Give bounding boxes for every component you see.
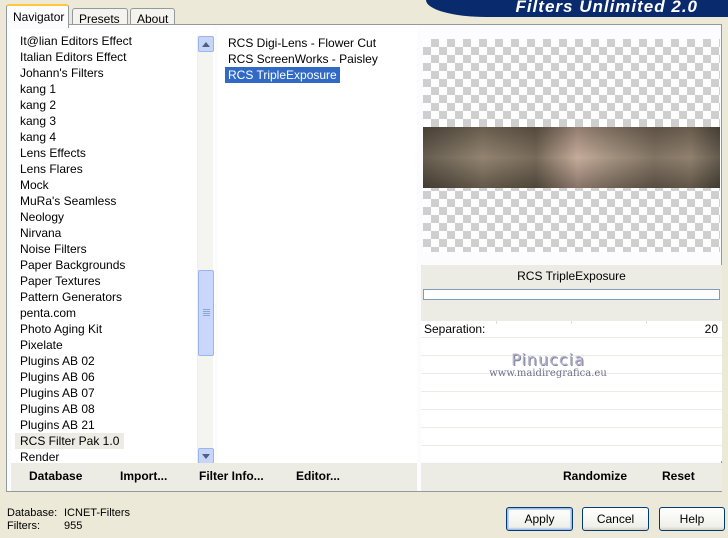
preview-image xyxy=(423,127,720,188)
filter-item[interactable]: RCS Digi-Lens - Flower Cut xyxy=(225,35,379,51)
category-item[interactable]: Plugins AB 08 xyxy=(15,401,100,417)
category-item[interactable]: Paper Backgrounds xyxy=(15,257,130,273)
editor-button[interactable]: Editor... xyxy=(296,469,340,483)
navigator-panel: It@lian Editors Effect Italian Editors E… xyxy=(6,24,722,492)
category-item[interactable]: Nirvana xyxy=(15,225,66,241)
slider-tick xyxy=(571,321,572,324)
category-item[interactable]: Mock xyxy=(15,177,54,193)
database-button[interactable]: Database xyxy=(29,469,82,483)
apply-button[interactable]: Apply xyxy=(506,507,573,531)
filter-name-area: RCS TripleExposure xyxy=(421,265,722,321)
category-item[interactable]: Noise Filters xyxy=(15,241,92,257)
slider-tick xyxy=(646,321,647,324)
category-list[interactable]: It@lian Editors Effect Italian Editors E… xyxy=(11,29,215,463)
separation-slider[interactable]: Separation: 20 xyxy=(421,321,722,338)
category-item[interactable]: kang 4 xyxy=(15,129,61,145)
category-item[interactable]: Plugins AB 02 xyxy=(15,353,100,369)
category-item[interactable]: kang 1 xyxy=(15,81,61,97)
progress-bar xyxy=(423,289,720,300)
chevron-down-icon xyxy=(202,454,210,459)
category-item-selected[interactable]: RCS Filter Pak 1.0 xyxy=(15,433,125,449)
scroll-thumb[interactable] xyxy=(198,270,214,356)
category-item[interactable]: kang 3 xyxy=(15,113,61,129)
import-button[interactable]: Import... xyxy=(120,469,167,483)
parameter-sliders: Separation: 20 xyxy=(421,321,722,464)
filter-item-selected[interactable]: RCS TripleExposure xyxy=(225,67,340,83)
randomize-button[interactable]: Randomize xyxy=(563,469,627,483)
empty-slider-row xyxy=(421,429,722,446)
database-info: Database: ICNET-Filters Filters: 955 xyxy=(7,507,130,533)
slider-tick xyxy=(496,321,497,324)
category-item[interactable]: Lens Flares xyxy=(15,161,88,177)
empty-slider-row xyxy=(421,393,722,410)
category-item[interactable]: penta.com xyxy=(15,305,81,321)
database-label: Database: xyxy=(7,507,58,519)
help-button[interactable]: Help xyxy=(659,507,725,531)
empty-slider-row xyxy=(421,447,722,464)
scroll-up-button[interactable] xyxy=(198,36,214,52)
category-item[interactable]: Plugins AB 07 xyxy=(15,385,100,401)
category-item[interactable]: Italian Editors Effect xyxy=(15,49,132,65)
category-item[interactable]: Plugins AB 06 xyxy=(15,369,100,385)
reset-button[interactable]: Reset xyxy=(662,469,695,483)
filter-list[interactable]: RCS Digi-Lens - Flower Cut RCS ScreenWor… xyxy=(218,29,417,463)
category-item[interactable]: MuRa's Seamless xyxy=(15,193,121,209)
category-item[interactable]: Render xyxy=(15,449,64,463)
separation-label: Separation: xyxy=(424,322,486,336)
category-item[interactable]: It@lian Editors Effect xyxy=(15,33,137,49)
category-item[interactable]: Pattern Generators xyxy=(15,289,127,305)
app-banner: Filters Unlimited 2.0 xyxy=(426,0,728,17)
category-scrollbar[interactable] xyxy=(197,36,214,463)
category-item[interactable]: Johann's Filters xyxy=(15,65,109,81)
scroll-down-button[interactable] xyxy=(198,448,214,463)
filter-info-button[interactable]: Filter Info... xyxy=(199,469,264,483)
tab-navigator[interactable]: Navigator xyxy=(6,4,69,28)
preview-canvas xyxy=(423,39,720,252)
filters-count-value: 955 xyxy=(64,520,83,532)
category-item[interactable]: Neology xyxy=(15,209,69,225)
chevron-up-icon xyxy=(202,42,210,47)
separation-value: 20 xyxy=(704,322,718,336)
category-item[interactable]: Pixelate xyxy=(15,337,68,353)
category-item[interactable]: Paper Textures xyxy=(15,273,106,289)
category-item[interactable]: Plugins AB 21 xyxy=(15,417,100,433)
watermark-url: www.maidiregrafica.eu xyxy=(489,368,607,379)
empty-slider-row xyxy=(421,411,722,428)
navigator-toolbar: Database Import... Filter Info... Editor… xyxy=(11,463,417,491)
category-item[interactable]: kang 2 xyxy=(15,97,61,113)
watermark-title: Pinuccia xyxy=(511,350,585,369)
category-item[interactable]: Lens Effects xyxy=(15,145,91,161)
filter-item[interactable]: RCS ScreenWorks - Paisley xyxy=(225,51,381,67)
filters-count-label: Filters: xyxy=(7,520,40,532)
app-title: Filters Unlimited 2.0 xyxy=(515,0,698,16)
category-item[interactable]: Photo Aging Kit xyxy=(15,321,107,337)
database-value: ICNET-Filters xyxy=(64,507,130,519)
watermark: Pinuccia www.maidiregrafica.eu xyxy=(483,350,613,379)
preview-toolbar: Randomize Reset xyxy=(421,463,722,491)
cancel-button[interactable]: Cancel xyxy=(582,507,649,531)
current-filter-name: RCS TripleExposure xyxy=(517,269,626,283)
grip-icon xyxy=(203,309,210,310)
